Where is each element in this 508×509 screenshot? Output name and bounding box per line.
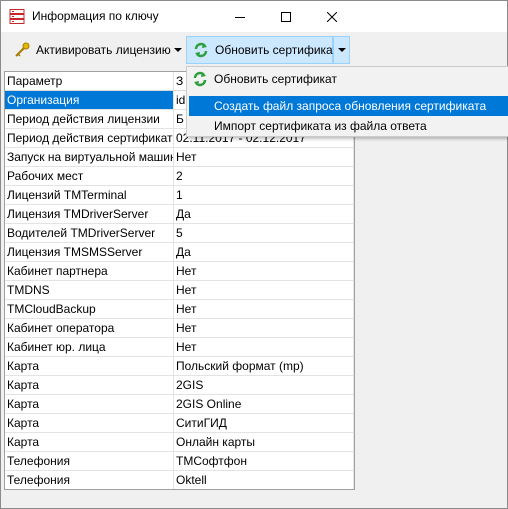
value-cell[interactable]: Онлайн карты xyxy=(174,433,354,451)
chevron-down-icon xyxy=(337,48,346,52)
table-row[interactable]: Телефония Oktell xyxy=(5,471,354,489)
param-cell[interactable]: Лицензий TMTerminal xyxy=(5,186,174,204)
table-row[interactable]: Карта 2GIS xyxy=(5,376,354,395)
table-row[interactable]: TMCloudBackup Нет xyxy=(5,300,354,319)
value-cell[interactable]: Нет xyxy=(174,319,354,337)
value-cell[interactable]: 1 xyxy=(174,186,354,204)
toolbar: Активировать лицензию Обновить сертифика… xyxy=(1,32,507,68)
value-cell[interactable]: СитиГИД xyxy=(174,414,354,432)
update-certificate-button[interactable]: Обновить сертификат xyxy=(186,36,338,64)
title-bar[interactable]: Информация по ключу xyxy=(1,1,507,32)
table-row[interactable]: Водителей TMDriverServer 5 xyxy=(5,224,354,243)
param-cell[interactable]: Лицензия TMDriverServer xyxy=(5,205,174,223)
value-cell[interactable]: ТМСофтфон xyxy=(174,452,354,470)
activate-license-label: Активировать лицензию xyxy=(36,43,171,57)
param-cell[interactable]: Лицензия TMSMSServer xyxy=(5,243,174,261)
param-cell[interactable]: Кабинет оператора xyxy=(5,319,174,337)
value-cell[interactable]: Польский формат (mp) xyxy=(174,357,354,375)
param-cell[interactable]: Телефония xyxy=(5,471,174,489)
value-cell[interactable]: 2GIS xyxy=(174,376,354,394)
param-cell[interactable]: Водителей TMDriverServer xyxy=(5,224,174,242)
menu-item-label: Обновить сертификат xyxy=(214,72,337,86)
column-header-param[interactable]: Параметр xyxy=(5,72,174,91)
param-cell[interactable]: TMDNS xyxy=(5,281,174,299)
value-cell[interactable]: 2 xyxy=(174,167,354,185)
table-row[interactable]: Лицензия TMDriverServer Да xyxy=(5,205,354,224)
menu-item-label: Импорт сертификата из файла ответа xyxy=(214,119,427,133)
close-button[interactable] xyxy=(309,1,355,32)
key-icon xyxy=(14,42,30,58)
param-cell[interactable]: Карта xyxy=(5,357,174,375)
param-cell[interactable]: TMCloudBackup xyxy=(5,300,174,318)
table-row[interactable]: Кабинет оператора Нет xyxy=(5,319,354,338)
value-cell[interactable]: Нет xyxy=(174,262,354,280)
value-cell[interactable]: Нет xyxy=(174,300,354,318)
value-cell[interactable]: Да xyxy=(174,243,354,261)
maximize-icon xyxy=(281,11,291,22)
param-cell[interactable]: Телефония xyxy=(5,452,174,470)
value-cell[interactable]: Нет xyxy=(174,148,354,166)
param-cell[interactable]: Карта xyxy=(5,376,174,394)
activate-license-dropdown[interactable] xyxy=(171,36,185,64)
value-cell[interactable]: Oktell xyxy=(174,471,354,489)
param-cell[interactable]: Кабинет юр. лица xyxy=(5,338,174,356)
key-info-app-icon xyxy=(9,9,25,24)
value-cell[interactable]: Нет xyxy=(174,281,354,299)
grid-rows: Организация id Период действия лицензии Б Пе… xyxy=(5,91,354,489)
value-cell[interactable]: 5 xyxy=(174,224,354,242)
param-cell[interactable]: Период действия лицензии xyxy=(5,110,174,128)
param-cell[interactable]: Запуск на виртуальной машине xyxy=(5,148,174,166)
param-cell[interactable]: Карта xyxy=(5,414,174,432)
chevron-down-icon xyxy=(174,48,182,52)
key-info-window: Информация по ключу Активировать лицензи… xyxy=(0,0,508,509)
menu-item-import-certificate[interactable]: Импорт сертификата из файла ответа xyxy=(189,116,508,136)
table-row[interactable]: Карта 2GIS Online xyxy=(5,395,354,414)
table-row[interactable]: Лицензий TMTerminal 1 xyxy=(5,186,354,205)
value-cell[interactable]: Нет xyxy=(174,338,354,356)
close-icon xyxy=(327,11,337,22)
param-cell[interactable]: Карта xyxy=(5,433,174,451)
refresh-icon xyxy=(192,71,208,87)
param-cell[interactable]: Рабочих мест xyxy=(5,167,174,185)
table-row[interactable]: Телефония ТМСофтфон xyxy=(5,452,354,471)
update-certificate-menu: Обновить сертификат Создать файл запроса… xyxy=(186,66,508,137)
table-row[interactable]: Карта Польский формат (mp) xyxy=(5,357,354,376)
param-cell[interactable]: Период действия сертификата xyxy=(5,129,174,147)
minimize-button[interactable] xyxy=(217,1,263,32)
activate-license-button[interactable]: Активировать лицензию xyxy=(10,36,171,64)
menu-item-label: Создать файл запроса обновления сертифик… xyxy=(214,99,487,113)
update-certificate-dropdown[interactable] xyxy=(333,36,350,64)
value-cell[interactable]: 2GIS Online xyxy=(174,395,354,413)
maximize-button[interactable] xyxy=(263,1,309,32)
menu-item-create-request-file[interactable]: Создать файл запроса обновления сертифик… xyxy=(189,96,508,116)
minimize-icon xyxy=(235,16,245,18)
table-row[interactable]: TMDNS Нет xyxy=(5,281,354,300)
refresh-icon xyxy=(193,42,209,58)
menu-item-update-certificate[interactable]: Обновить сертификат xyxy=(189,69,508,89)
table-row[interactable]: Рабочих мест 2 xyxy=(5,167,354,186)
param-cell[interactable]: Организация xyxy=(5,91,174,109)
table-row[interactable]: Кабинет партнера Нет xyxy=(5,262,354,281)
window-title: Информация по ключу xyxy=(32,9,159,23)
value-cell[interactable]: Да xyxy=(174,205,354,223)
table-row[interactable]: Карта СитиГИД xyxy=(5,414,354,433)
table-row[interactable]: Запуск на виртуальной машине Нет xyxy=(5,148,354,167)
table-row[interactable]: Лицензия TMSMSServer Да xyxy=(5,243,354,262)
table-row[interactable]: Карта Онлайн карты xyxy=(5,433,354,452)
table-row[interactable]: Кабинет юр. лица Нет xyxy=(5,338,354,357)
param-cell[interactable]: Карта xyxy=(5,395,174,413)
update-certificate-label: Обновить сертификат xyxy=(215,43,338,57)
param-cell[interactable]: Кабинет партнера xyxy=(5,262,174,280)
